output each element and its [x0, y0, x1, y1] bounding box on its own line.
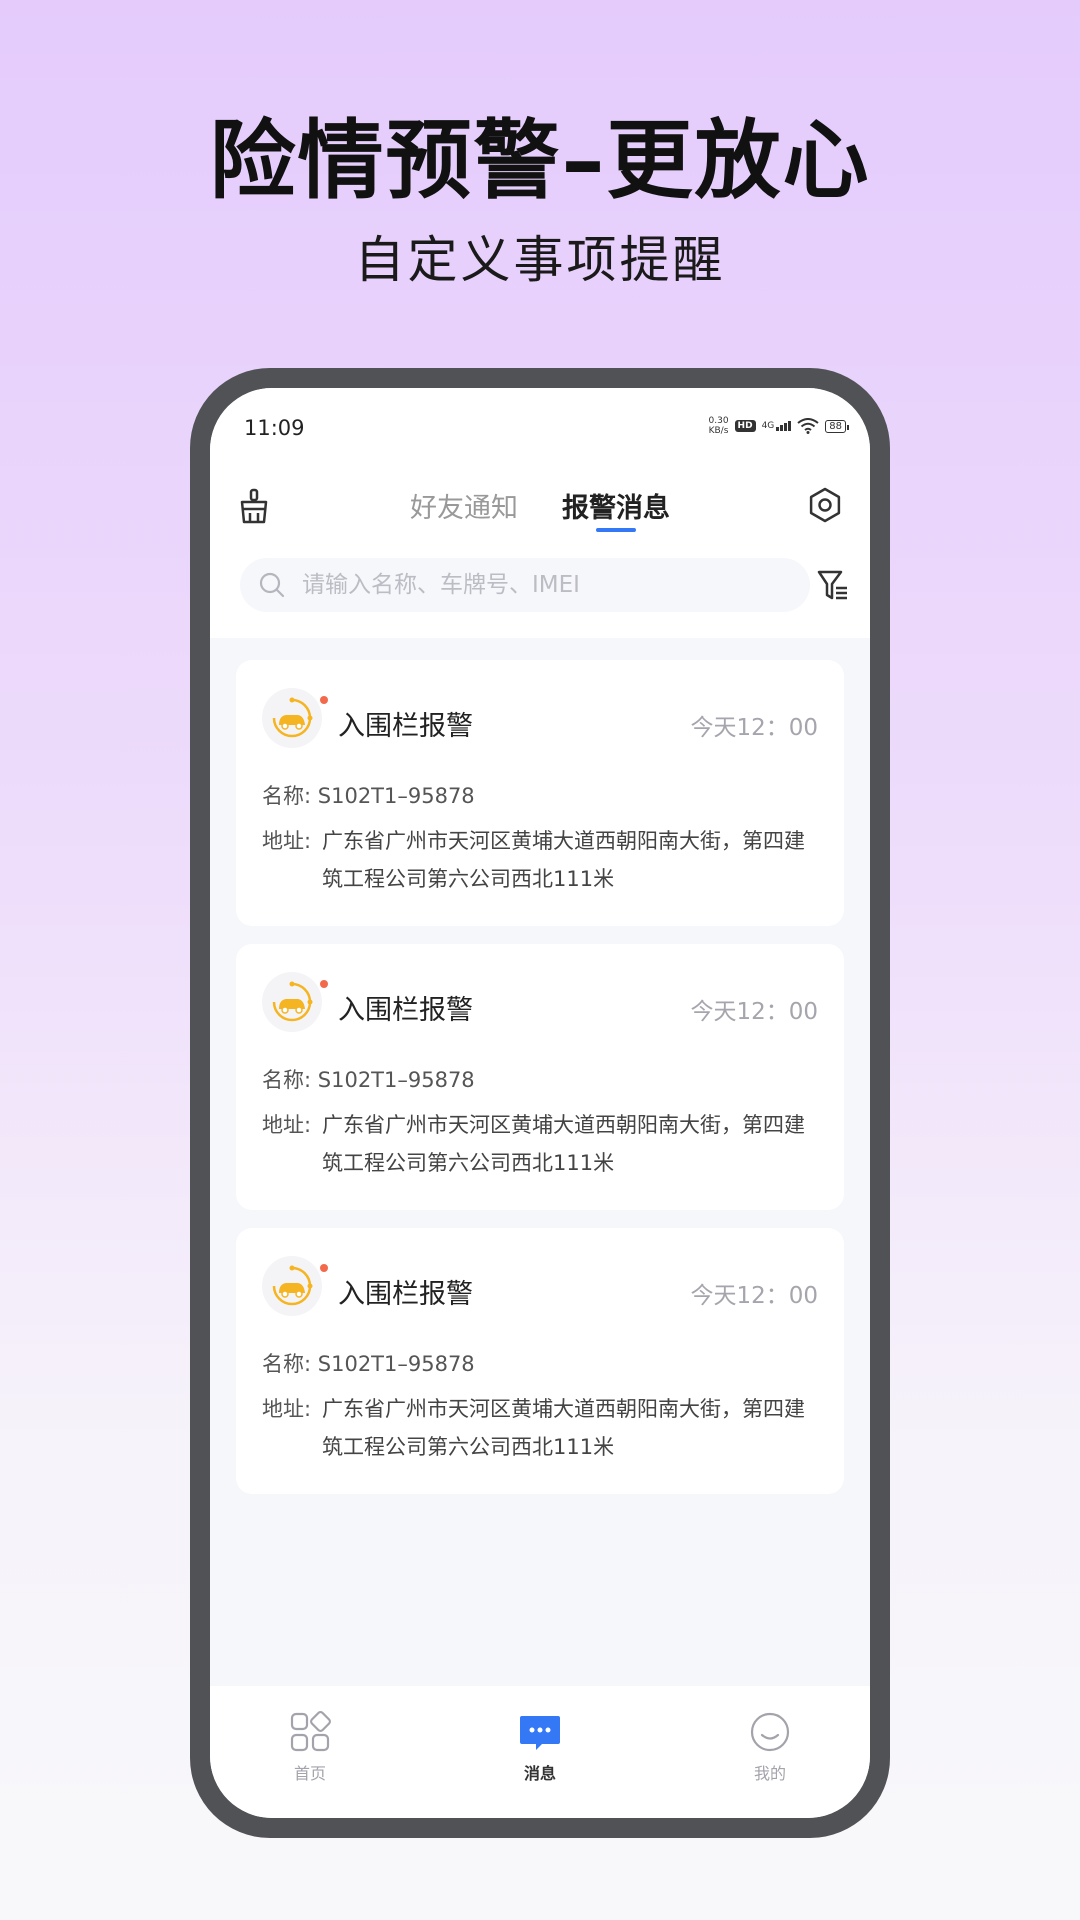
- nav-label: 消息: [523, 1764, 556, 1783]
- status-time: 11:09: [244, 416, 305, 440]
- alert-address: 地址: 广东省广州市天河区黄埔大道西朝阳南大街，第四建筑工程公司第六公司西北111…: [262, 1397, 805, 1459]
- nav-mine[interactable]: 我的: [710, 1710, 830, 1784]
- alert-device-name: 名称: S102T1–95878: [262, 784, 475, 808]
- tab-friend-notifications[interactable]: 好友通知: [410, 486, 518, 525]
- message-icon: [520, 1716, 560, 1750]
- bottom-nav: 首页 消息 我的: [210, 1686, 870, 1818]
- hero-title: 险情预警–更放心: [209, 111, 871, 211]
- battery-icon: 88: [825, 419, 849, 433]
- filter-icon[interactable]: [816, 568, 850, 602]
- smile-icon: [750, 1712, 790, 1752]
- alert-address: 地址: 广东省广州市天河区黄埔大道西朝阳南大街，第四建筑工程公司第六公司西北111…: [262, 1113, 805, 1175]
- car-fence-icon: [262, 688, 322, 748]
- unread-dot: [320, 1264, 328, 1272]
- phone-screen: 11:09 0.30 KB/s HD 4G 88 好友通知 报警消息 请输入名称…: [210, 388, 870, 1818]
- nav-messages[interactable]: 消息: [480, 1710, 600, 1784]
- alert-device-name: 名称: S102T1–95878: [262, 1068, 475, 1092]
- alert-card[interactable]: 入围栏报警 今天12：00 名称: S102T1–95878 地址: 广东省广州市…: [236, 944, 844, 1210]
- car-fence-icon: [262, 972, 322, 1032]
- top-bar: 11:09 0.30 KB/s HD 4G 88 好友通知 报警消息 请输入名称…: [210, 388, 870, 638]
- nav-home[interactable]: 首页: [250, 1710, 370, 1784]
- hd-icon: HD: [734, 420, 756, 432]
- status-icons: 0.30 KB/s HD 4G 88: [708, 416, 849, 436]
- unread-dot: [320, 980, 328, 988]
- alert-title: 入围栏报警: [338, 1279, 473, 1310]
- signal-icon: 4G: [762, 421, 792, 431]
- grid-icon: [290, 1711, 331, 1752]
- alert-card[interactable]: 入围栏报警 今天12：00 名称: S102T1–95878 地址: 广东省广州市…: [236, 1228, 844, 1494]
- search-bar: [240, 558, 810, 612]
- car-fence-icon: [262, 1256, 322, 1316]
- clean-icon[interactable]: [236, 488, 272, 524]
- alert-time: 今天12：00: [690, 1283, 818, 1309]
- alert-card[interactable]: 入围栏报警 今天12：00 名称: S102T1–95878 地址: 广东省广州市…: [236, 660, 844, 926]
- search-icon: [259, 572, 285, 598]
- phone-frame: 11:09 0.30 KB/s HD 4G 88 好友通知 报警消息 请输入名称…: [190, 368, 890, 1838]
- nav-label: 首页: [293, 1764, 326, 1783]
- alert-address: 地址: 广东省广州市天河区黄埔大道西朝阳南大街，第四建筑工程公司第六公司西北111…: [262, 829, 805, 891]
- wifi-icon: [797, 418, 819, 434]
- search-input[interactable]: [300, 571, 784, 599]
- tab-alarm-messages[interactable]: 报警消息: [562, 486, 670, 525]
- alert-title: 入围栏报警: [338, 995, 473, 1026]
- active-tab-indicator: [596, 528, 636, 532]
- unread-dot: [320, 696, 328, 704]
- network-speed: 0.30 KB/s: [708, 416, 729, 436]
- hero-subtitle: 自定义事项提醒: [354, 231, 726, 289]
- nav-label: 我的: [753, 1764, 786, 1783]
- alert-title: 入围栏报警: [338, 711, 473, 742]
- alert-time: 今天12：00: [690, 999, 818, 1025]
- alert-time: 今天12：00: [690, 715, 818, 741]
- gear-icon[interactable]: [806, 486, 844, 524]
- alert-device-name: 名称: S102T1–95878: [262, 1352, 475, 1376]
